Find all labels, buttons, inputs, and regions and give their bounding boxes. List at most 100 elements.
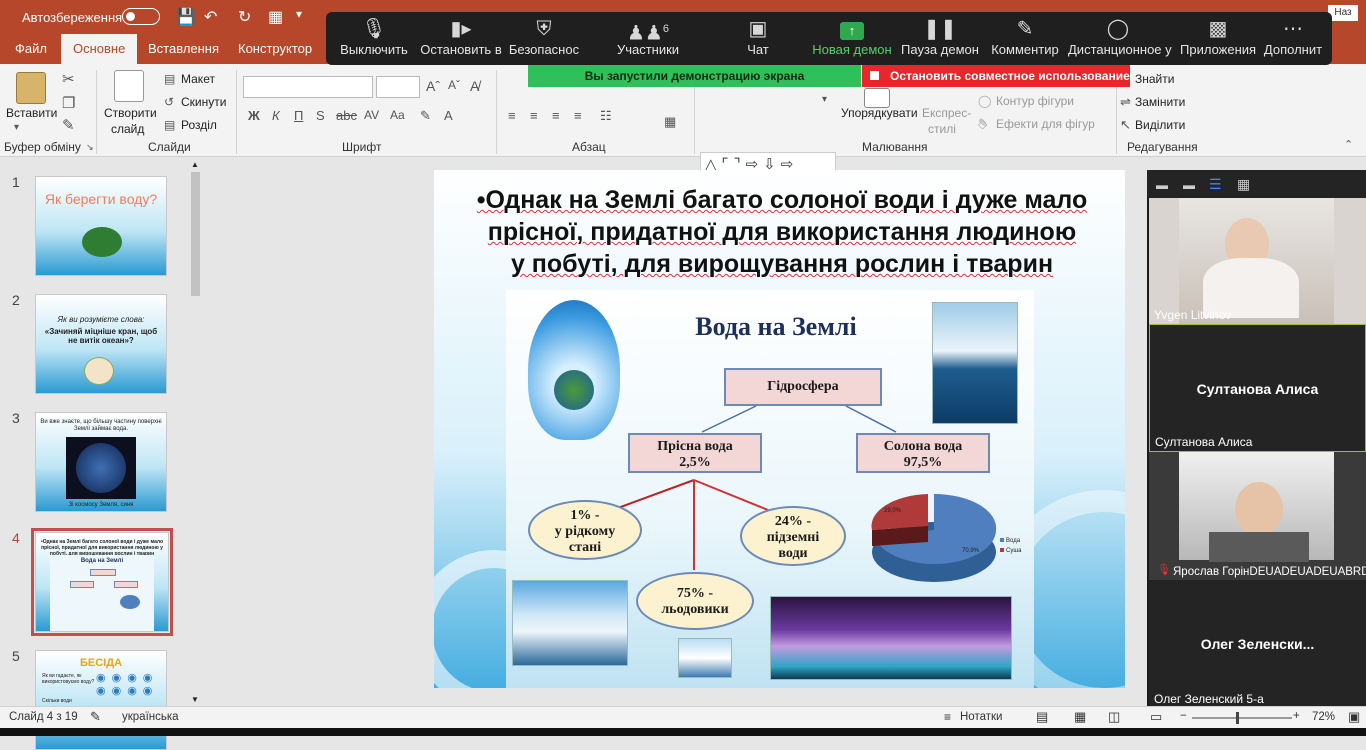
shape-outline-button[interactable]: Контур фігури: [996, 94, 1074, 108]
italic-icon[interactable]: К: [272, 108, 280, 123]
speaker-view-icon[interactable]: ☰: [1209, 176, 1222, 193]
participants-button[interactable]: ♟♟6 Участники: [606, 12, 690, 65]
notes-button[interactable]: Нотатки: [960, 711, 1002, 723]
shape-effects-button[interactable]: Ефекти для фігур: [996, 117, 1095, 131]
align-center-icon[interactable]: ≡: [530, 108, 538, 123]
zoom-slider-thumb[interactable]: [1236, 712, 1239, 724]
slideshow-view-icon[interactable]: ▭: [1150, 709, 1162, 725]
columns-icon[interactable]: ☷: [600, 108, 612, 124]
cut-icon[interactable]: ✂: [62, 70, 75, 88]
justify-icon[interactable]: ≡: [574, 108, 582, 123]
slideshow-icon[interactable]: ▦: [268, 7, 283, 27]
paste-button[interactable]: Вставити: [6, 106, 57, 120]
current-slide[interactable]: •Однак на Землі багато солоної води і ду…: [434, 170, 1125, 688]
align-right-icon[interactable]: ≡: [552, 108, 560, 123]
security-button[interactable]: ⛨ Безопаснос: [506, 12, 582, 65]
participant-tile-4[interactable]: Олег Зеленски... Олег Зеленский 5-а: [1149, 580, 1366, 708]
autosave-toggle[interactable]: [122, 8, 160, 25]
participant-tile-3[interactable]: 🎙 Ярослав ГорінDEUADEUADEUABRDE...: [1149, 452, 1366, 580]
highlight-icon[interactable]: ✎: [420, 108, 431, 124]
font-group-label: Шрифт: [342, 140, 382, 154]
tab-file[interactable]: Файл: [15, 41, 47, 56]
zoom-slider[interactable]: [1192, 712, 1292, 724]
new-share-button[interactable]: ↑ Новая демон: [810, 12, 894, 65]
format-painter-icon[interactable]: ✎: [62, 116, 75, 134]
replace-button[interactable]: Замінити: [1135, 95, 1185, 109]
annotate-button[interactable]: ✎ Комментир: [988, 12, 1062, 65]
char-spacing-icon[interactable]: AV: [364, 108, 379, 122]
change-case-icon[interactable]: Aa: [390, 108, 405, 122]
undo-icon[interactable]: ↶: [204, 7, 217, 27]
mute-button[interactable]: 🎙 Выключить: [334, 12, 414, 65]
font-family-select[interactable]: [243, 76, 373, 98]
reset-button[interactable]: Скинути: [181, 95, 226, 109]
zoom-out-icon[interactable]: −: [1180, 710, 1187, 722]
clipboard-launcher-icon[interactable]: ↘: [86, 142, 94, 153]
strip-view-icon[interactable]: ▬: [1183, 178, 1195, 192]
slide-thumbnail-2[interactable]: Як ви розумієте слова: «Зачиняй міцніше …: [35, 294, 167, 394]
quick-styles-label-2[interactable]: стилі: [928, 122, 956, 136]
tab-insert[interactable]: Вставлення: [148, 41, 219, 56]
font-size-select[interactable]: [376, 76, 420, 98]
arrange-icon[interactable]: [864, 88, 890, 108]
clear-format-icon[interactable]: A̸: [470, 78, 479, 94]
participant-tile-2[interactable]: Султанова Алиса Султанова Алиса: [1149, 324, 1366, 452]
chat-button[interactable]: ▣ Чат: [726, 12, 790, 65]
slide-thumbnail-3[interactable]: Ви вже знаєте, що більшу частину поверхн…: [35, 412, 167, 512]
find-button[interactable]: Знайти: [1135, 72, 1174, 86]
scroll-up-icon[interactable]: ▲: [191, 160, 199, 169]
thumbnail-scrollbar[interactable]: ▲ ▼: [188, 160, 203, 704]
save-icon[interactable]: 💾: [176, 7, 196, 27]
participant-tile-1[interactable]: Yvgen Litvinov: [1149, 198, 1366, 324]
normal-view-icon[interactable]: ▤: [1036, 709, 1048, 725]
apps-button[interactable]: ▩ Приложения: [1180, 12, 1256, 65]
decrease-font-icon[interactable]: Aˇ: [448, 78, 460, 92]
font-color-icon[interactable]: A: [444, 108, 453, 123]
zoom-level[interactable]: 72%: [1312, 711, 1335, 723]
align-left-icon[interactable]: ≡: [508, 108, 516, 123]
select-button[interactable]: Виділити: [1135, 118, 1185, 132]
slide-thumbnail-1[interactable]: Як берегти воду?: [35, 176, 167, 276]
pause-share-button[interactable]: ❚❚ Пауза демон: [900, 12, 980, 65]
new-slide-label-1[interactable]: Створити: [104, 106, 157, 120]
remote-control-button[interactable]: ◯ Дистанционное у: [1068, 12, 1172, 65]
arrange-button[interactable]: Упорядкувати: [841, 106, 918, 120]
gallery-view-icon[interactable]: ▦: [1237, 176, 1250, 193]
stop-share-button[interactable]: Остановить совместное использование: [862, 65, 1130, 87]
customize-qat-icon[interactable]: ▾: [296, 7, 302, 21]
bold-icon[interactable]: Ж: [248, 108, 260, 123]
scroll-down-icon[interactable]: ▼: [191, 695, 199, 704]
smartart-icon[interactable]: ▦: [664, 114, 676, 130]
collapse-ribbon-icon[interactable]: ⌃: [1344, 138, 1353, 151]
slide-sorter-icon[interactable]: ▦: [1074, 709, 1086, 725]
layout-button[interactable]: Макет: [181, 72, 215, 86]
quick-styles-label-1[interactable]: Експрес-: [922, 106, 971, 120]
language-indicator[interactable]: українська: [122, 711, 179, 723]
shape-fill-icon[interactable]: ◯: [978, 94, 991, 108]
more-button[interactable]: ⋯ Дополнит: [1262, 12, 1324, 65]
tab-home[interactable]: Основне: [61, 34, 138, 64]
shadow-icon[interactable]: S: [316, 108, 325, 123]
stop-video-button[interactable]: ▮▸ Остановить в: [418, 12, 504, 65]
scrollbar-thumb[interactable]: [191, 172, 200, 296]
underline-icon[interactable]: П: [294, 108, 303, 123]
reading-view-icon[interactable]: ◫: [1108, 709, 1120, 725]
paste-dropdown-icon[interactable]: ▾: [14, 122, 19, 133]
zoom-in-icon[interactable]: +: [1293, 710, 1300, 722]
slide-title[interactable]: •Однак на Землі багато солоної води і ду…: [442, 184, 1122, 280]
increase-font-icon[interactable]: Aˆ: [426, 78, 440, 94]
water-on-earth-image[interactable]: Вода на Землі Гідросфера Прісна вода 2,5%…: [506, 290, 1034, 688]
tab-design[interactable]: Конструктор: [238, 41, 312, 56]
slide-thumbnail-4[interactable]: •Однак на Землі багато солоної води і ду…: [31, 528, 173, 636]
new-slide-icon[interactable]: [114, 70, 144, 102]
paste-icon[interactable]: [16, 72, 46, 104]
shapes-more-icon[interactable]: ▾: [822, 94, 827, 105]
new-slide-label-2[interactable]: слайд: [111, 122, 144, 136]
minimize-icon[interactable]: ▬: [1156, 178, 1168, 192]
redo-icon[interactable]: ↻: [238, 7, 251, 27]
copy-icon[interactable]: ❐: [62, 94, 75, 112]
strikethrough-icon[interactable]: abc: [336, 108, 357, 123]
section-button[interactable]: Розділ: [181, 118, 217, 132]
accessibility-icon[interactable]: ✎: [90, 709, 101, 725]
fit-slide-icon[interactable]: ▣: [1348, 709, 1360, 725]
